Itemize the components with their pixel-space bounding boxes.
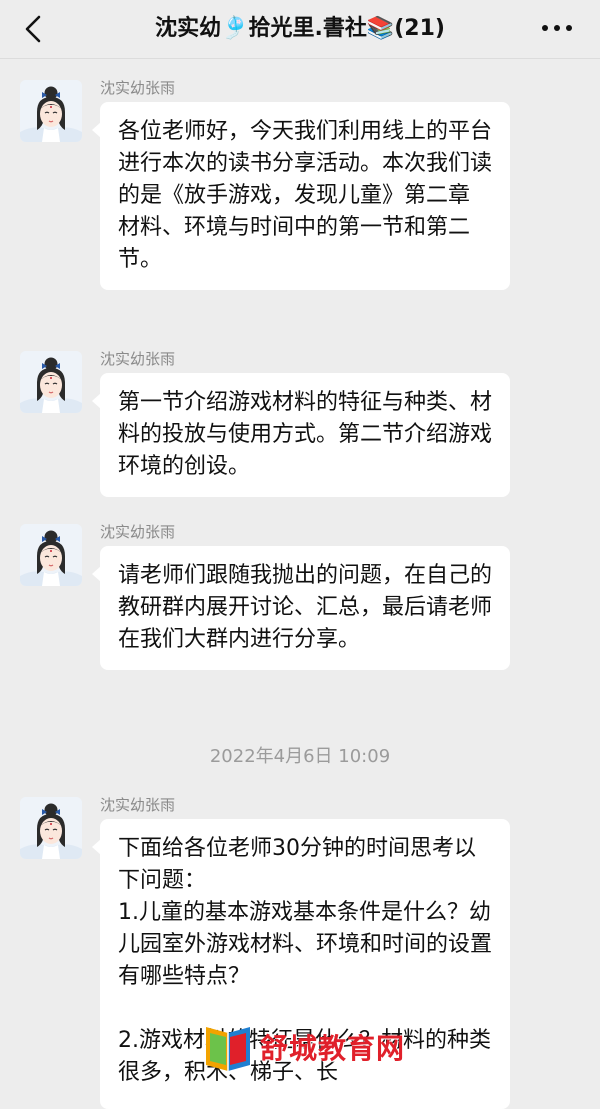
chat-header: 沈实幼🎐拾光里.書社📚(21) (0, 0, 600, 59)
message-bubble[interactable]: 请老师们跟随我抛出的问题，在自己的教研群内展开讨论、汇总，最后请老师在我们大群内… (92, 546, 510, 670)
avatar[interactable] (20, 80, 82, 142)
message-bubble[interactable]: 第一节介绍游戏材料的特征与种类、材料的投放与使用方式。第二节介绍游戏环境的创设。 (92, 373, 510, 497)
avatar[interactable] (20, 797, 82, 859)
sender-name: 沈实幼张雨 (100, 523, 176, 541)
avatar-girl-icon (20, 351, 82, 413)
avatar[interactable] (20, 351, 82, 413)
book-logo-icon (206, 1027, 250, 1071)
avatar-girl-icon (20, 524, 82, 586)
avatar[interactable] (20, 524, 82, 586)
sender-name: 沈实幼张雨 (100, 79, 176, 97)
message-timestamp: 2022年4月6日 10:09 (209, 746, 391, 767)
watermark-text: 舒城教育网 (260, 1032, 406, 1065)
back-button[interactable] (18, 12, 52, 46)
sender-name: 沈实幼张雨 (100, 350, 176, 368)
avatar-girl-icon (20, 80, 82, 142)
chat-title: 沈实幼🎐拾光里.書社📚(21) (155, 16, 445, 41)
avatar-girl-icon (20, 797, 82, 859)
more-dots-icon (542, 25, 572, 31)
message-bubble[interactable]: 各位老师好，今天我们利用线上的平台进行本次的读书分享活动。本次我们读的是《放手游… (92, 102, 510, 290)
chevron-left-icon (25, 15, 41, 43)
more-button[interactable] (540, 18, 574, 38)
sender-name: 沈实幼张雨 (100, 796, 176, 814)
